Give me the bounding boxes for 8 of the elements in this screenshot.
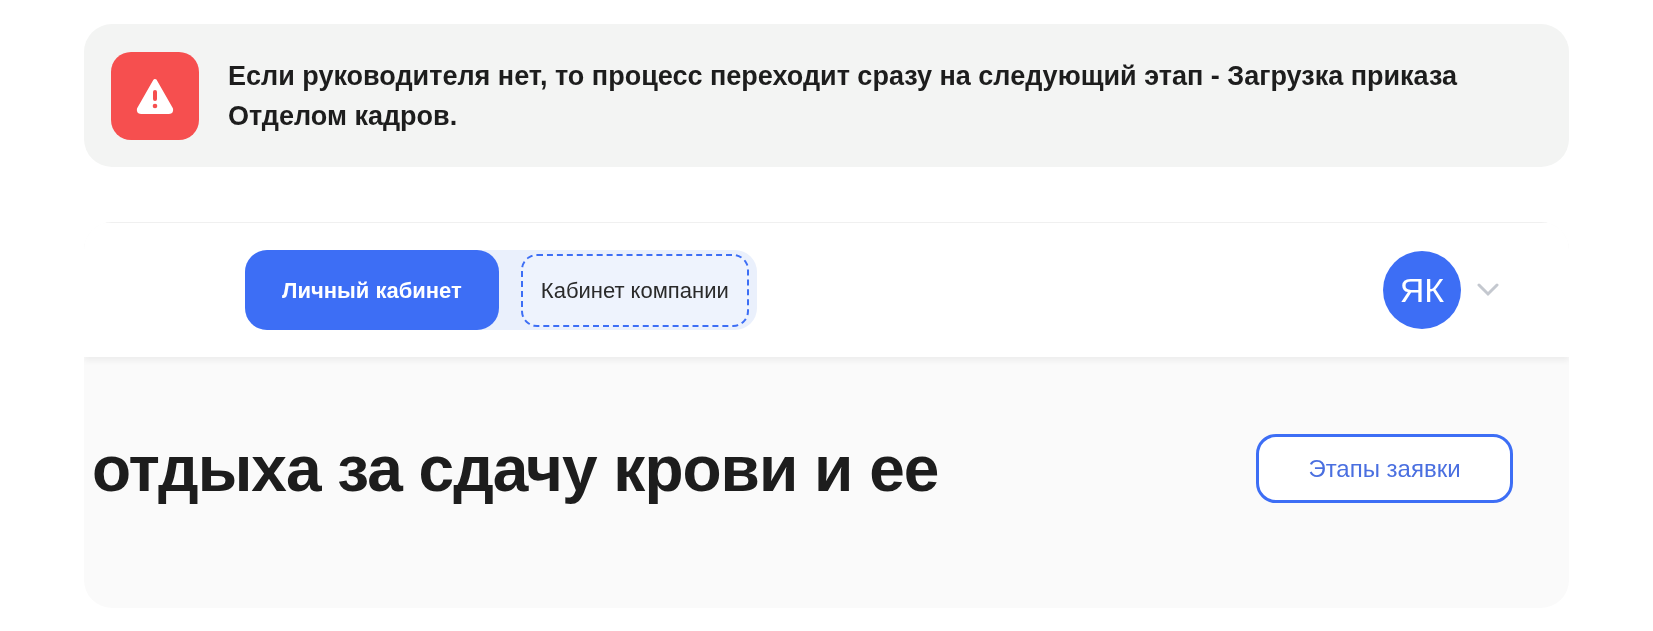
alert-message: Если руководителя нет, то процесс переходит сразу на следующий этап - Загрузка приказа Отделом кадров. [228,59,1459,133]
page-heading: отдыха за сдачу крови и ее [92,431,939,507]
stages-button[interactable]: Этапы заявки [1256,434,1513,503]
nav-tab[interactable]: Кабинет компании [520,253,749,327]
user-avatar[interactable]: ЯК [1383,251,1461,329]
warning-icon [111,51,199,140]
nav-tab[interactable]: Личный кабинет [245,250,499,330]
chevron-down-icon[interactable] [1477,283,1499,297]
